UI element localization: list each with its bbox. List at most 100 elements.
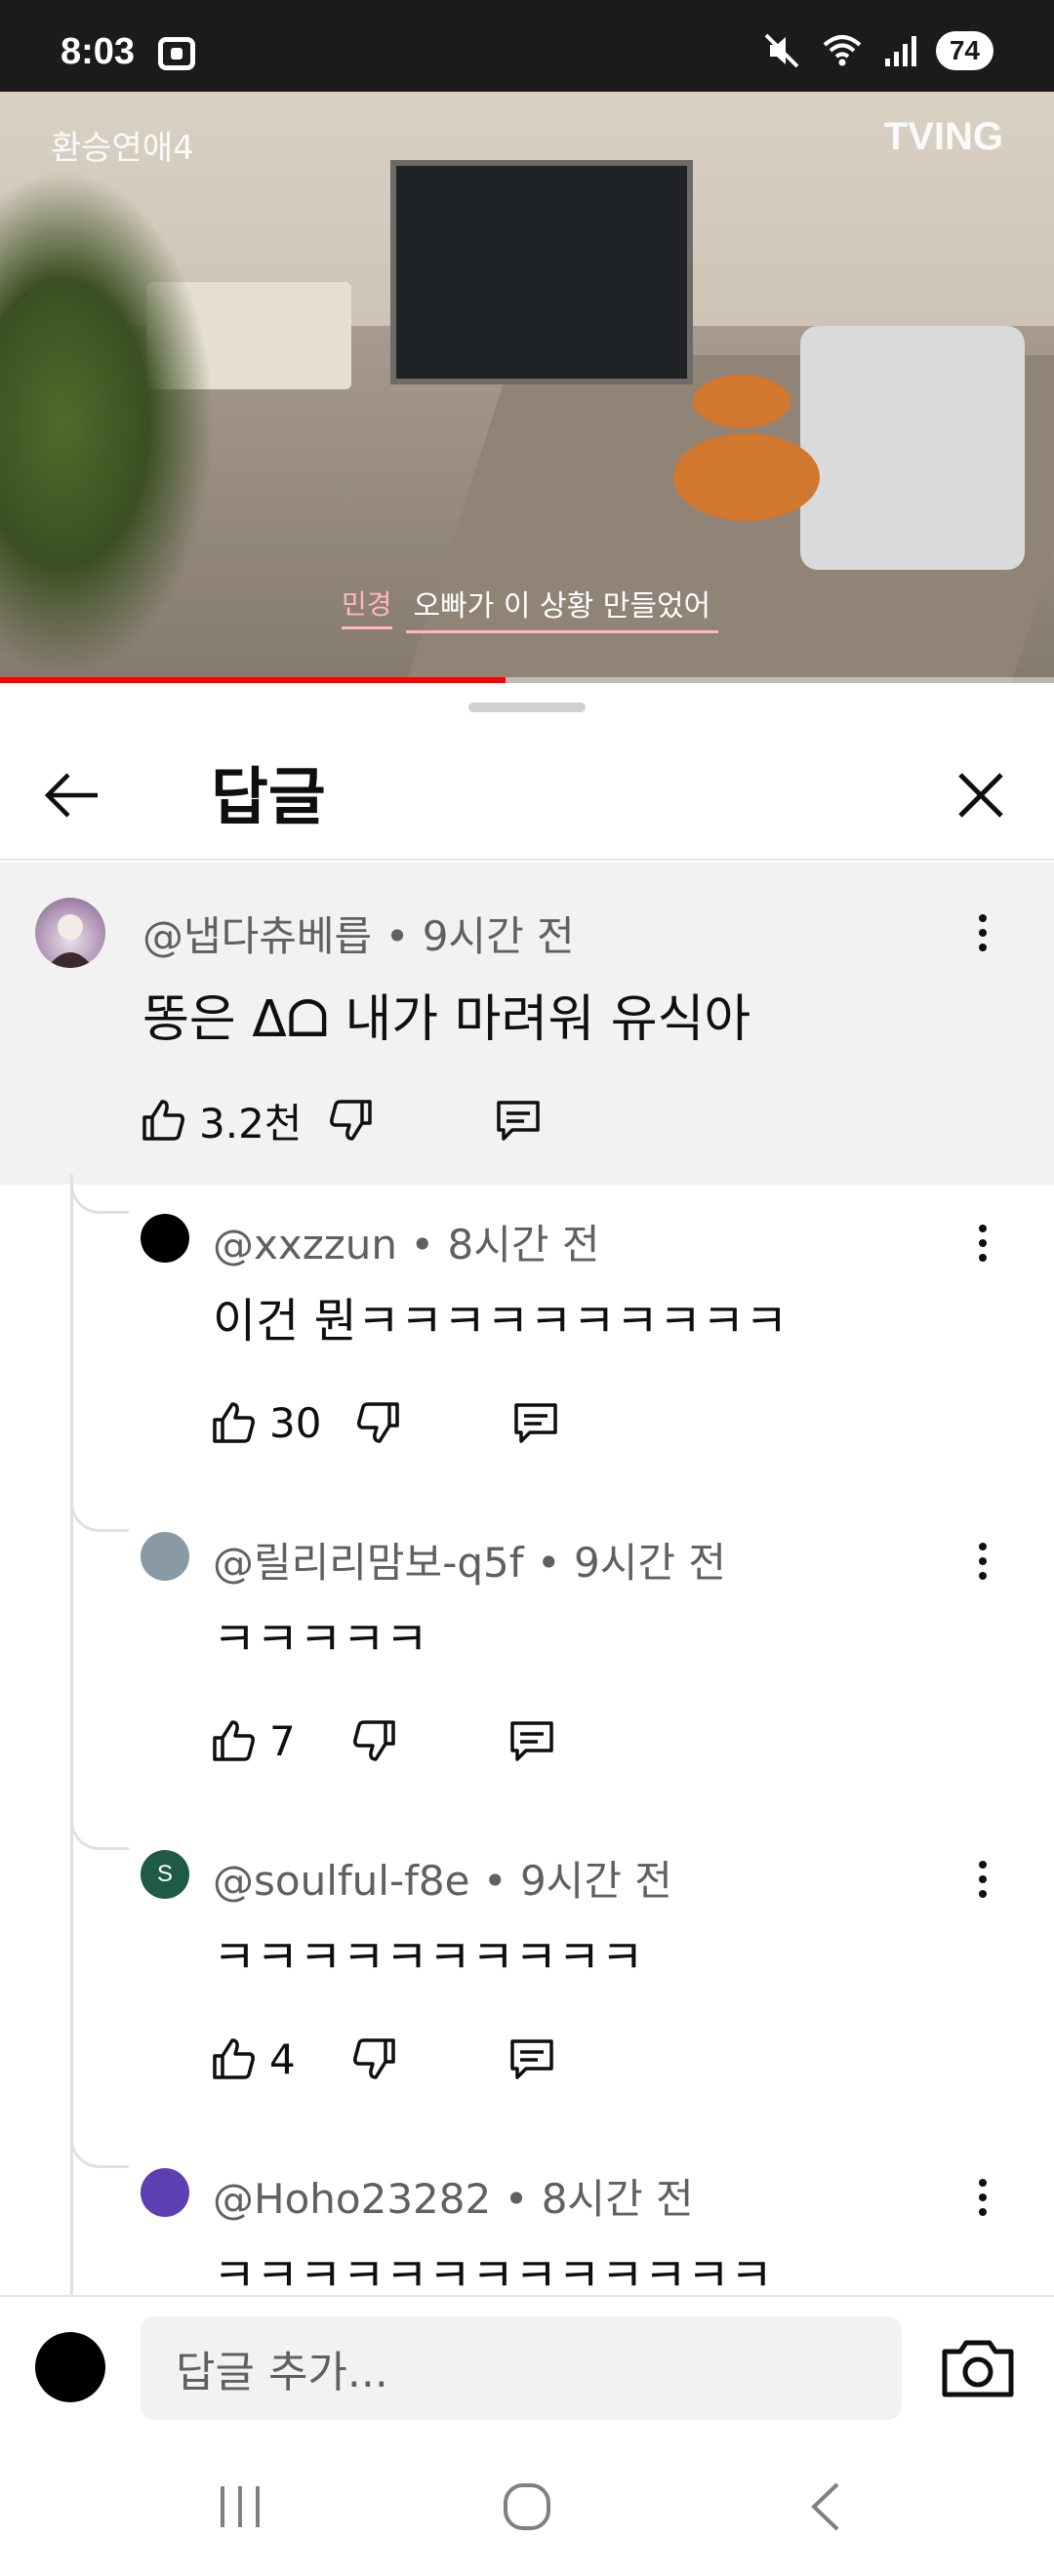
recent-apps-button[interactable]: [201, 2473, 279, 2541]
avatar-photo: [47, 914, 94, 968]
thumbs-down-icon[interactable]: [350, 2034, 399, 2083]
sheet-title: 답글: [211, 762, 326, 834]
comment-meta: @냅다츄베릅 • 9시간 전: [142, 904, 575, 963]
system-nav-bar: [0, 2432, 1054, 2576]
comment-text: ㅋㅋㅋㅋㅋㅋㅋㅋㅋㅋ: [213, 1930, 644, 1985]
reply-item: @릴리리맘보-q5f • 9시간 전 ㅋㅋㅋㅋㅋ 7: [0, 1493, 1054, 1821]
comment-meta: @Hoho23282 • 8시간 전: [213, 2166, 694, 2226]
more-options-button[interactable]: [958, 1850, 1007, 1909]
meta-separator: •: [504, 2175, 529, 2223]
thumbs-up-icon: [213, 2038, 255, 2079]
comment-author[interactable]: @릴리리맘보-q5f: [213, 1539, 524, 1587]
comment-author[interactable]: @Hoho23282: [213, 2175, 491, 2223]
home-button[interactable]: [488, 2473, 566, 2541]
thumbs-down-icon[interactable]: [354, 1398, 403, 1447]
meta-separator: •: [385, 912, 410, 960]
video-brand-logo: TVING: [883, 115, 1003, 158]
thumbs-up-icon: [213, 1402, 255, 1443]
avatar[interactable]: S: [141, 1850, 189, 1899]
reply-connector: [70, 1493, 129, 1532]
like-count: 3.2천: [199, 1099, 303, 1147]
comment-time: 9시간 전: [574, 1539, 727, 1587]
reply-icon[interactable]: [510, 1397, 561, 1448]
camera-button[interactable]: [939, 2336, 1017, 2400]
reply-connector: [70, 1175, 129, 1214]
status-bar: 8:03 74: [0, 0, 1054, 92]
signal-icon: [884, 36, 916, 66]
thumbs-up-icon: [142, 1100, 184, 1141]
thumbs-down-icon[interactable]: [350, 1716, 399, 1765]
close-icon: [958, 773, 1003, 818]
video-show-title: 환승연애4: [51, 129, 194, 168]
parent-comment: @냅다츄베릅 • 9시간 전 똥은 ᐃᗝ 내가 마려워 유식아 3.2천: [0, 863, 1054, 1185]
comment-time: 8시간 전: [447, 1221, 600, 1268]
comment-meta: @릴리리맘보-q5f • 9시간 전: [213, 1530, 726, 1590]
comment-time: 9시간 전: [422, 912, 575, 960]
comment-meta: @soulful-f8e • 9시간 전: [213, 1848, 672, 1908]
reply-icon[interactable]: [493, 1095, 544, 1146]
home-icon: [504, 2483, 550, 2530]
nav-back-icon: [811, 2482, 839, 2531]
comment-author[interactable]: @냅다츄베릅: [142, 912, 372, 960]
more-options-button[interactable]: [958, 904, 1007, 962]
subtitle-text: 오빠가 이 상황 만들었어: [405, 580, 719, 633]
video-player[interactable]: 환승연애4 TVING 민경 오빠가 이 상황 만들었어: [0, 92, 1054, 683]
meta-separator: •: [410, 1221, 435, 1268]
user-avatar: [35, 2332, 105, 2402]
like-button[interactable]: 3.2천: [139, 1091, 302, 1150]
reply-item: @xxzzun • 8시간 전 이건 뭔ㅋㅋㅋㅋㅋㅋㅋㅋㅋㅋ 30: [0, 1175, 1054, 1503]
comment-time: 8시간 전: [541, 2175, 694, 2223]
header-divider: [0, 859, 1054, 861]
status-time: 8:03: [61, 31, 136, 72]
more-options-button[interactable]: [958, 1532, 1007, 1590]
avatar[interactable]: [35, 898, 105, 968]
drag-handle[interactable]: [468, 703, 586, 712]
video-subtitle: 민경 오빠가 이 상황 만들었어: [342, 580, 719, 633]
battery-badge: 74: [935, 31, 993, 70]
more-options-button[interactable]: [958, 2168, 1007, 2227]
video-scene-sofa: [800, 326, 1025, 570]
avatar[interactable]: [141, 1532, 189, 1581]
comment-author[interactable]: @soulful-f8e: [213, 1857, 469, 1905]
like-count: 4: [269, 2034, 296, 2083]
reply-icon[interactable]: [507, 2033, 557, 2084]
avatar[interactable]: [141, 1214, 189, 1263]
reply-connector: [70, 1811, 129, 1850]
video-scene-door: [390, 160, 693, 384]
comment-actions: 7: [209, 1711, 557, 1770]
comment-actions: 3.2천: [139, 1091, 544, 1149]
like-button[interactable]: 30: [209, 1398, 321, 1447]
like-button[interactable]: 7: [209, 1716, 296, 1765]
wifi-icon: [823, 35, 862, 66]
mute-icon: [764, 33, 799, 68]
meta-separator: •: [536, 1539, 561, 1587]
back-arrow-icon: [44, 773, 98, 818]
video-scene-plant: [0, 170, 215, 677]
nav-back-button[interactable]: [787, 2473, 865, 2541]
comment-text: ㅋㅋㅋㅋㅋ: [213, 1612, 428, 1667]
reply-icon[interactable]: [507, 1715, 557, 1766]
meta-separator: •: [482, 1857, 507, 1905]
avatar[interactable]: [141, 2168, 189, 2217]
camera-icon: [942, 2340, 1014, 2397]
comment-meta: @xxzzun • 8시간 전: [213, 1212, 600, 1271]
comment-actions: 4: [209, 2030, 557, 2088]
thumbs-up-icon: [213, 1720, 255, 1761]
video-scene-table: [673, 433, 820, 521]
close-button[interactable]: [947, 761, 1015, 829]
like-count: 7: [269, 1716, 296, 1765]
comment-actions: 30: [209, 1393, 561, 1452]
video-scene-table: [693, 375, 790, 428]
reply-item: S @soulful-f8e • 9시간 전 ㅋㅋㅋㅋㅋㅋㅋㅋㅋㅋ 4: [0, 1811, 1054, 2139]
avatar-letter: S: [156, 1861, 173, 1887]
status-icons: 74: [762, 29, 993, 72]
more-options-button[interactable]: [958, 1214, 1007, 1272]
back-button[interactable]: [39, 761, 107, 829]
like-button[interactable]: 4: [209, 2034, 296, 2083]
comment-text: 똥은 ᐃᗝ 내가 마려워 유식아: [142, 990, 751, 1049]
thumbs-down-icon[interactable]: [327, 1096, 376, 1145]
comment-author[interactable]: @xxzzun: [213, 1221, 397, 1268]
comment-time: 9시간 전: [519, 1857, 672, 1905]
reply-input[interactable]: 답글 추가...: [141, 2316, 902, 2420]
reply-composer: 답글 추가...: [0, 2295, 1054, 2432]
